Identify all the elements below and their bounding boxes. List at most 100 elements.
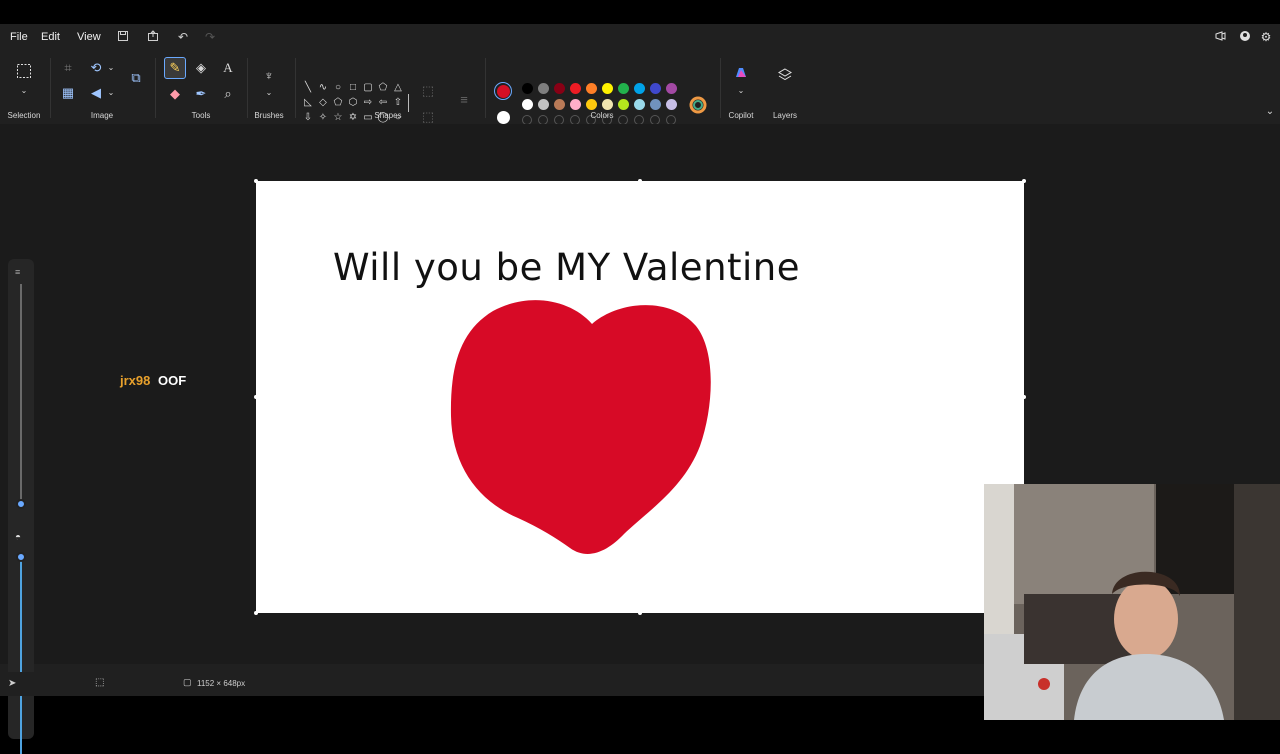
resize-handle[interactable]	[1022, 395, 1026, 399]
chevron-down-icon[interactable]: ⌄	[101, 83, 121, 103]
chevron-down-icon[interactable]: ⌄	[14, 81, 34, 101]
color-swatch[interactable]	[538, 83, 549, 94]
group-label-copilot: Copilot	[728, 111, 754, 120]
left-arrow-shape-icon[interactable]: ⇦	[377, 97, 389, 109]
stream-chat-overlay: jrx98 OOF	[120, 373, 186, 388]
right-arrow-shape-icon[interactable]: ⇨	[362, 97, 374, 109]
red-heart-drawing	[450, 300, 711, 554]
color-swatch[interactable]	[554, 99, 565, 110]
chevron-down-icon[interactable]: ⌄	[101, 58, 121, 78]
hexagon-shape-icon[interactable]: ⬡	[347, 97, 359, 109]
four-point-star-shape-icon[interactable]: ✧	[317, 112, 329, 124]
color-swatch[interactable]	[570, 99, 581, 110]
crop-icon: ⌗	[64, 60, 72, 75]
color-swatch[interactable]	[554, 83, 565, 94]
selection-rect-icon[interactable]	[14, 63, 34, 83]
ribbon-toolbar: ⌄ Selection ⌗ ⟲ ⌄ ▦ ◀ ⌄ ⧉ Image ✎ ◈ A ◆ …	[0, 52, 1280, 125]
resize-handle[interactable]	[638, 611, 642, 615]
divider	[720, 58, 721, 118]
canvas-text: Will you be MY Valentine	[333, 246, 801, 289]
selection-size-icon: ⬚	[95, 677, 105, 688]
color-swatch[interactable]	[602, 83, 613, 94]
drawing-canvas[interactable]: Will you be MY Valentine	[256, 181, 1024, 613]
resize-handle[interactable]	[638, 179, 642, 183]
six-point-star-shape-icon[interactable]: ✡	[347, 112, 359, 124]
color-swatch[interactable]	[586, 83, 597, 94]
right-triangle-shape-icon[interactable]: ◺	[302, 97, 314, 109]
primary-color-swatch[interactable]	[497, 85, 510, 98]
opacity-slider-track[interactable]	[20, 554, 22, 754]
resize-handle[interactable]	[254, 179, 258, 183]
settings-icon[interactable]: ⚙	[1259, 30, 1273, 44]
opacity-slider-thumb[interactable]	[16, 552, 26, 562]
shape-size-icon: ≡	[460, 92, 468, 107]
pencil-icon[interactable]: ✎	[164, 57, 186, 79]
color-swatch[interactable]	[650, 99, 661, 110]
shape-outline-icon: ⬚	[421, 83, 435, 98]
color-swatch[interactable]	[634, 99, 645, 110]
color-swatch[interactable]	[618, 83, 629, 94]
ribbon-collapse-chevron-icon[interactable]: ⌄	[1260, 102, 1280, 122]
menu-file[interactable]: File	[10, 31, 28, 43]
layers-icon[interactable]	[775, 68, 795, 88]
gallery-scrollbar[interactable]	[408, 94, 409, 112]
canvas-size-icon: ▢	[183, 677, 192, 687]
group-label-brushes: Brushes	[254, 111, 284, 120]
color-swatch[interactable]	[522, 99, 533, 110]
chat-username: jrx98	[120, 373, 151, 388]
group-label-image: Image	[90, 111, 114, 120]
rounded-rectangle-shape-icon[interactable]: ▢	[362, 82, 374, 94]
up-arrow-shape-icon[interactable]: ⇧	[392, 97, 404, 109]
secondary-color-swatch[interactable]	[497, 111, 510, 124]
save-icon[interactable]	[116, 30, 130, 44]
color-swatch[interactable]	[634, 83, 645, 94]
resize-handle[interactable]	[254, 611, 258, 615]
color-swatch[interactable]	[650, 83, 661, 94]
size-slider-thumb[interactable]	[16, 499, 26, 509]
divider	[295, 58, 296, 118]
resize-handle[interactable]	[1022, 179, 1026, 183]
rectangle-shape-icon[interactable]: □	[347, 82, 359, 94]
menu-bar: File Edit View ↶ ↷ ⚙	[0, 24, 1280, 52]
image-resize-icon[interactable]: ▦	[58, 83, 78, 103]
polygon-shape-icon[interactable]: ⬠	[377, 82, 389, 94]
share-icon[interactable]	[146, 30, 160, 44]
chevron-down-icon[interactable]: ⌄	[259, 83, 279, 103]
color-swatch[interactable]	[666, 99, 677, 110]
eraser-icon[interactable]: ◆	[165, 84, 185, 104]
size-slider-track[interactable]	[20, 284, 22, 504]
down-arrow-shape-icon[interactable]: ⇩	[302, 112, 314, 124]
line-shape-icon[interactable]: ╲	[302, 82, 314, 94]
menu-edit[interactable]: Edit	[41, 31, 60, 43]
group-label-shapes: Shapes	[374, 111, 402, 120]
edit-colors-icon[interactable]	[688, 96, 708, 116]
five-point-star-shape-icon[interactable]: ☆	[332, 112, 344, 124]
diamond-shape-icon[interactable]: ◇	[317, 97, 329, 109]
color-swatch[interactable]	[538, 99, 549, 110]
undo-icon[interactable]: ↶	[176, 30, 190, 44]
color-swatch[interactable]	[618, 99, 629, 110]
divider	[155, 58, 156, 118]
color-swatch[interactable]	[570, 83, 581, 94]
color-swatch[interactable]	[586, 99, 597, 110]
fill-bucket-icon[interactable]: ◈	[191, 58, 211, 78]
account-icon[interactable]	[1238, 30, 1252, 44]
text-tool-icon[interactable]: A	[218, 58, 238, 78]
webcam-feed-image	[984, 484, 1280, 720]
triangle-shape-icon[interactable]: △	[392, 82, 404, 94]
divider	[485, 58, 486, 118]
resize-handle[interactable]	[254, 395, 258, 399]
curve-shape-icon[interactable]: ∿	[317, 82, 329, 94]
group-label-tools: Tools	[191, 111, 211, 120]
oval-shape-icon[interactable]: ○	[332, 82, 344, 94]
magnifier-icon[interactable]: ⌕	[218, 84, 238, 104]
color-swatch[interactable]	[522, 83, 533, 94]
color-picker-icon[interactable]: ✒	[191, 84, 211, 104]
remove-background-icon[interactable]: ⧉	[126, 68, 146, 88]
announcement-icon[interactable]	[1214, 30, 1228, 44]
chevron-down-icon[interactable]: ⌄	[731, 81, 751, 101]
color-swatch[interactable]	[666, 83, 677, 94]
pentagon-shape-icon[interactable]: ⬠	[332, 97, 344, 109]
color-swatch[interactable]	[602, 99, 613, 110]
menu-view[interactable]: View	[77, 31, 101, 43]
